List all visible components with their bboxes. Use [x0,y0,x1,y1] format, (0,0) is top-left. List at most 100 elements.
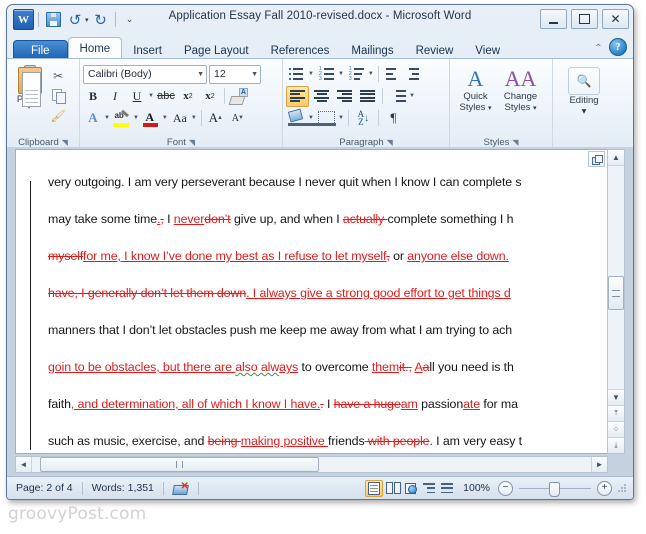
subscript-button[interactable]: x2 [178,87,198,106]
view-full-screen-reading-button[interactable] [385,481,401,496]
scroll-right-button[interactable]: ► [591,457,607,472]
zoom-in-button[interactable]: + [597,480,612,496]
text-highlight-button[interactable]: ab [112,109,132,128]
horizontal-scrollbar[interactable]: ◄ ► [15,456,608,473]
view-outline-button[interactable] [421,481,437,496]
borders-dropdown-icon[interactable]: ▼ [338,115,344,121]
document-page[interactable]: very outgoing. I am very perseverant bec… [15,149,608,454]
change-case-dropdown-icon[interactable]: ▼ [191,115,197,121]
bold-button[interactable]: B [83,87,103,106]
align-right-button[interactable] [334,87,355,106]
tab-home[interactable]: Home [67,37,123,60]
paragraph-dialog-launcher-icon[interactable]: ◥ [387,138,393,147]
text-effects-dropdown-icon[interactable]: ▼ [104,115,110,121]
document-line[interactable]: goin to be obstacles, but there are also… [16,349,607,386]
superscript-button[interactable]: x2 [200,87,220,106]
font-color-button[interactable]: A [141,109,161,128]
change-styles-dropdown-icon[interactable]: ▾ [533,105,537,112]
page-indicator[interactable]: Page: 2 of 4 [7,480,82,496]
document-line[interactable]: myselffor me, I know I’ve done my best a… [16,238,607,275]
bullets-button[interactable] [286,65,307,84]
justify-button[interactable] [357,87,378,106]
grow-font-button[interactable]: A ▲ [206,109,226,128]
quick-styles-dropdown-icon[interactable]: ▾ [488,105,492,112]
font-name-combo[interactable]: Calibri (Body) ▼ [83,64,207,84]
horizontal-scroll-thumb[interactable] [40,457,319,472]
sort-button[interactable]: A Z ↓ [353,109,374,128]
font-divider [223,88,225,104]
shading-button[interactable] [286,108,336,128]
cut-button[interactable]: ✂ [48,66,68,85]
zoom-slider-track[interactable] [519,481,591,497]
strikethrough-button[interactable]: abc [156,87,176,106]
view-print-layout-button[interactable] [365,479,384,497]
document-line[interactable]: have, I generally don’t let them down. I… [16,275,607,312]
scroll-left-button[interactable]: ◄ [16,457,32,472]
underline-button[interactable]: U [127,87,147,106]
multilevel-dropdown-icon[interactable]: ▼ [368,71,374,77]
view-draft-button[interactable] [439,481,455,496]
vertical-scrollbar[interactable]: ▲ ▼ ⤒ ○ ⤓ [607,149,625,454]
document-line[interactable]: may take some time., I neverdon’t give u… [16,201,607,238]
italic-button[interactable]: I [105,87,125,106]
line-spacing-dropdown-icon[interactable]: ▼ [409,93,415,99]
align-center-button[interactable] [311,87,332,106]
view-web-layout-button[interactable] [403,481,419,496]
restore-button[interactable] [571,9,598,29]
chevron-down-icon[interactable]: ▼ [247,71,258,78]
minimize-button[interactable] [540,9,567,29]
shading-dropdown-icon[interactable]: ▼ [308,115,314,121]
horizontal-scroll-track[interactable] [32,457,591,472]
paste-button[interactable]: Paste ▾ [10,64,48,111]
word-count[interactable]: Words: 1,351 [83,480,163,496]
previous-page-button[interactable]: ⤒ [608,405,624,421]
editing-dropdown-icon[interactable]: ▾ [582,106,587,117]
numbering-dropdown-icon[interactable]: ▼ [338,71,344,77]
font-size-combo[interactable]: 12 ▼ [209,64,261,84]
highlight-dropdown-icon[interactable]: ▼ [133,115,139,121]
quick-styles-button[interactable]: A Quick Styles ▾ [453,67,498,114]
font-color-dropdown-icon[interactable]: ▼ [162,115,168,121]
select-browse-object-icon[interactable]: ○ [608,421,624,437]
copy-button[interactable] [48,86,68,105]
vertical-scroll-track[interactable] [608,166,624,389]
line-spacing-button[interactable] [387,87,408,106]
ribbon: Paste ▾ ✂ 🖌 Clipboard ◥ [7,58,633,149]
zoom-slider-thumb[interactable] [549,481,560,497]
next-page-button[interactable]: ⤓ [608,437,624,453]
numbering-button[interactable]: 123 [316,65,337,84]
scroll-up-button[interactable]: ▲ [608,150,624,166]
select-browse-object-button[interactable] [588,151,605,167]
increase-indent-button[interactable] [406,65,427,84]
styles-dialog-launcher-icon[interactable]: ◥ [512,138,518,147]
decrease-indent-button[interactable] [383,65,404,84]
zoom-level-label[interactable]: 100% [457,482,496,494]
resize-grip[interactable] [617,483,627,493]
editing-button[interactable]: 🔍 Editing ▾ [562,67,606,117]
format-painter-button[interactable]: 🖌 [48,106,68,125]
text-effects-button[interactable]: A [83,109,103,128]
close-button[interactable]: ✕ [602,9,629,29]
change-case-button[interactable]: Aa [170,109,190,128]
document-line[interactable]: such as music, exercise, and being makin… [16,423,607,453]
scroll-down-button[interactable]: ▼ [608,389,624,405]
proofing-status-button[interactable]: ✕ [164,480,198,496]
document-line[interactable]: manners that I don’t let obstacles push … [16,312,607,349]
help-icon[interactable]: ? [609,38,627,56]
document-line[interactable]: faith, and determination, all of which I… [16,386,607,423]
underline-dropdown-icon[interactable]: ▼ [148,93,154,99]
bullets-dropdown-icon[interactable]: ▼ [308,71,314,77]
zoom-out-button[interactable]: − [498,480,513,496]
clipboard-dialog-launcher-icon[interactable]: ◥ [62,138,68,147]
align-left-button[interactable] [286,85,309,107]
vertical-scroll-thumb[interactable] [608,276,624,310]
minimize-ribbon-icon[interactable]: ⌃ [594,42,603,52]
chevron-down-icon[interactable]: ▼ [193,71,204,78]
document-line[interactable]: very outgoing. I am very perseverant bec… [16,164,607,201]
show-formatting-marks-button[interactable]: ¶ [383,109,404,128]
font-dialog-launcher-icon[interactable]: ◥ [189,138,195,147]
multilevel-list-button[interactable]: 123 [346,65,367,84]
clear-formatting-button[interactable]: A [228,87,250,106]
change-styles-button[interactable]: AA Change Styles ▾ [498,67,543,114]
shrink-font-button[interactable]: A ▼ [228,109,248,128]
